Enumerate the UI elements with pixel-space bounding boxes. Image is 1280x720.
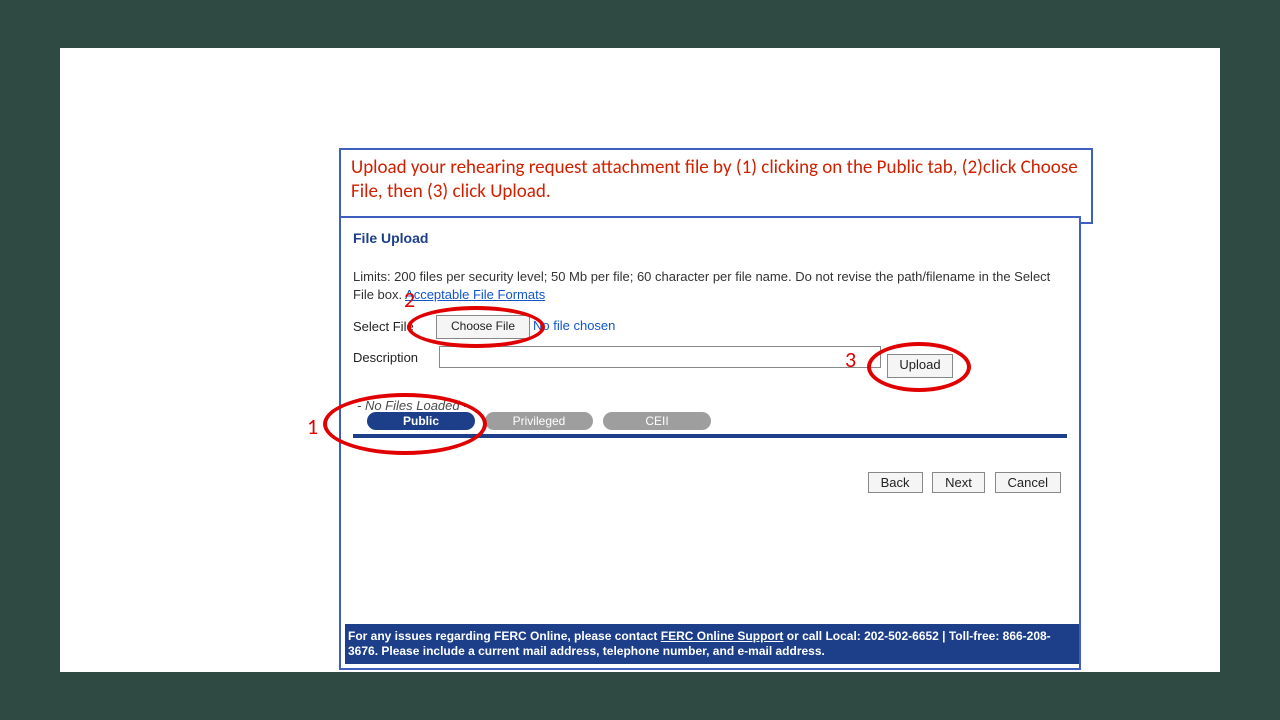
back-button[interactable]: Back [868, 472, 923, 493]
no-file-chosen-text: No file chosen [533, 318, 615, 333]
select-file-label: Select File [353, 318, 414, 334]
instruction-text: Upload your rehearing request attachment… [351, 156, 1078, 203]
cancel-button[interactable]: Cancel [995, 472, 1061, 493]
footer-bar: For any issues regarding FERC Online, pl… [345, 624, 1079, 664]
limits-text: Limits: 200 files per security level; 50… [353, 268, 1067, 303]
annotation-number-3: 3 [845, 346, 856, 373]
annotation-ellipse-2 [407, 306, 545, 348]
footer-support-link[interactable]: FERC Online Support [661, 629, 784, 643]
instruction-callout: Upload your rehearing request attachment… [339, 148, 1093, 224]
annotation-number-2: 2 [404, 286, 415, 313]
annotation-ellipse-3 [867, 342, 971, 392]
panel-title: File Upload [353, 230, 428, 246]
footer-pre: For any issues regarding FERC Online, pl… [348, 629, 661, 643]
tab-privileged[interactable]: Privileged [485, 412, 593, 430]
description-label: Description [353, 350, 418, 365]
acceptable-file-formats-link[interactable]: Acceptable File Formats [405, 287, 545, 302]
tab-ceii[interactable]: CEII [603, 412, 711, 430]
document-page: Upload your rehearing request attachment… [60, 48, 1220, 672]
annotation-ellipse-1 [323, 393, 487, 455]
nav-button-row: Back Next Cancel [862, 472, 1061, 493]
next-button[interactable]: Next [932, 472, 985, 493]
annotation-number-1: 1 [307, 413, 318, 440]
description-input[interactable] [439, 346, 881, 368]
